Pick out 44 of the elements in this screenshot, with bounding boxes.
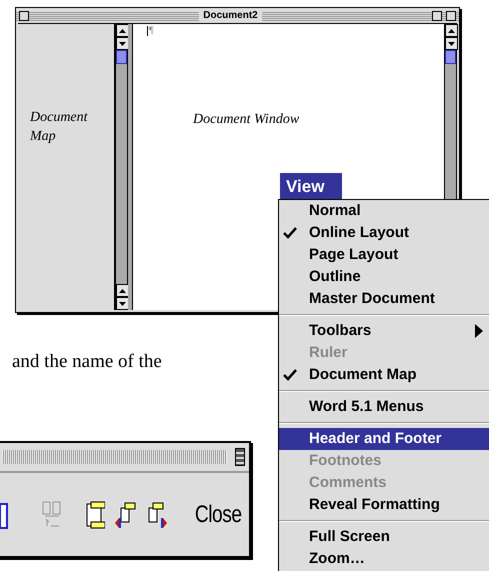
paragraph-mark: ¶ [147, 26, 154, 36]
pane-label: Document Map [30, 109, 89, 146]
menu-item[interactable]: Document Map [279, 364, 489, 386]
down-arrow-icon [448, 42, 455, 46]
menu-item[interactable]: Master Document [279, 288, 489, 310]
close-box-icon[interactable] [19, 10, 29, 20]
window-title: Document2 [199, 10, 262, 20]
down-arrow-icon [119, 302, 126, 306]
submenu-arrow-icon [475, 324, 483, 338]
scroll-down-button[interactable] [116, 37, 129, 50]
title-bar[interactable]: Document2 [16, 8, 459, 23]
body-text: and the name of the [12, 351, 162, 373]
zoom-box-icon[interactable] [432, 10, 442, 20]
toolbar-icon[interactable] [115, 500, 137, 530]
menu-item[interactable]: Outline [279, 266, 489, 288]
menu-item[interactable]: Toolbars [279, 320, 489, 342]
up-arrow-icon [119, 288, 126, 292]
menu-item[interactable]: Word 5.1 Menus [279, 396, 489, 418]
scroll-down-button[interactable] [445, 37, 458, 50]
menu-item[interactable]: Header and Footer [279, 428, 489, 450]
menu-item[interactable]: Online Layout [279, 222, 489, 244]
scroll-down-button[interactable] [116, 297, 129, 310]
up-arrow-icon [119, 28, 126, 32]
menu-item[interactable]: Reveal Formatting [279, 494, 489, 516]
scroll-thumb[interactable] [445, 50, 456, 64]
collapse-box-icon[interactable] [235, 448, 245, 466]
menu-item[interactable]: Normal [279, 200, 489, 222]
menu-item[interactable]: Page Layout [279, 244, 489, 266]
scroll-up-button[interactable] [116, 284, 129, 297]
close-button[interactable]: Close [194, 502, 242, 526]
toolbar-icon[interactable] [147, 500, 169, 530]
collapse-box-icon[interactable] [446, 10, 456, 20]
menu-title[interactable]: View [280, 173, 342, 200]
scroll-thumb[interactable] [116, 50, 127, 64]
pane-label: Document Window [193, 111, 300, 129]
checkmark-icon [283, 369, 297, 381]
scrollbar[interactable] [115, 24, 128, 310]
up-arrow-icon [448, 28, 455, 32]
checkmark-icon [283, 227, 297, 239]
menu-item[interactable]: Full Screen [279, 526, 489, 548]
scroll-up-button[interactable] [445, 24, 458, 37]
down-arrow-icon [119, 42, 126, 46]
scroll-up-button[interactable] [116, 24, 129, 37]
menu-item[interactable]: Zoom… [279, 548, 489, 570]
